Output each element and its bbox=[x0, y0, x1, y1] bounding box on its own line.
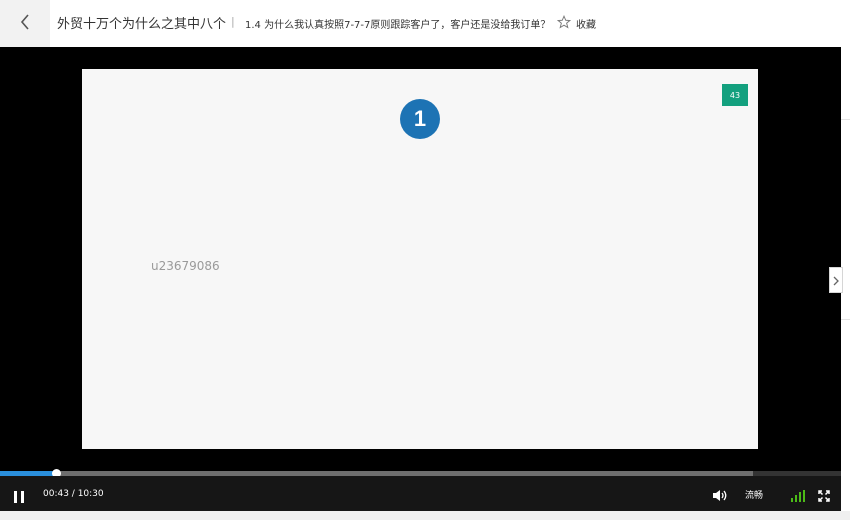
expand-icon bbox=[818, 487, 830, 506]
time-display: 00:43 / 10:30 bbox=[43, 489, 104, 499]
title-separator: | bbox=[231, 15, 235, 28]
control-bar: 00:43 / 10:30 流畅 bbox=[0, 476, 841, 511]
back-button[interactable] bbox=[0, 0, 50, 47]
favorite-label: 收藏 bbox=[576, 20, 596, 31]
slide: 1 43 u23679086 bbox=[82, 69, 758, 449]
user-watermark: u23679086 bbox=[151, 259, 220, 273]
signal-icon bbox=[791, 487, 805, 506]
chevron-left-icon bbox=[20, 13, 30, 34]
course-title: 外贸十万个为什么之其中八个 bbox=[57, 17, 227, 32]
pause-icon bbox=[13, 488, 25, 507]
star-icon bbox=[556, 14, 576, 32]
volume-button[interactable] bbox=[712, 487, 728, 506]
side-panel-toggle[interactable] bbox=[829, 267, 843, 293]
chevron-right-icon bbox=[833, 271, 839, 290]
video-area[interactable]: 1 43 u23679086 bbox=[0, 47, 841, 470]
divider bbox=[841, 319, 850, 320]
video-player[interactable]: 1 43 u23679086 00:43 / 10:30 流畅 bbox=[0, 47, 841, 511]
speaker-icon bbox=[712, 487, 728, 506]
favorite-button[interactable]: 收藏 bbox=[556, 14, 596, 32]
bottom-strip bbox=[0, 511, 850, 520]
quality-selector[interactable]: 流畅 bbox=[745, 488, 763, 501]
lesson-title: 1.4 为什么我认真按照7-7-7原则跟踪客户了，客户还是没给我订单？ bbox=[245, 20, 551, 31]
fullscreen-button[interactable] bbox=[818, 487, 830, 506]
step-number-badge: 1 bbox=[400, 99, 440, 139]
top-bar: 外贸十万个为什么之其中八个 | 1.4 为什么我认真按照7-7-7原则跟踪客户了… bbox=[0, 0, 850, 47]
page-badge: 43 bbox=[722, 84, 748, 106]
divider bbox=[841, 119, 850, 120]
pause-button[interactable] bbox=[13, 488, 25, 503]
